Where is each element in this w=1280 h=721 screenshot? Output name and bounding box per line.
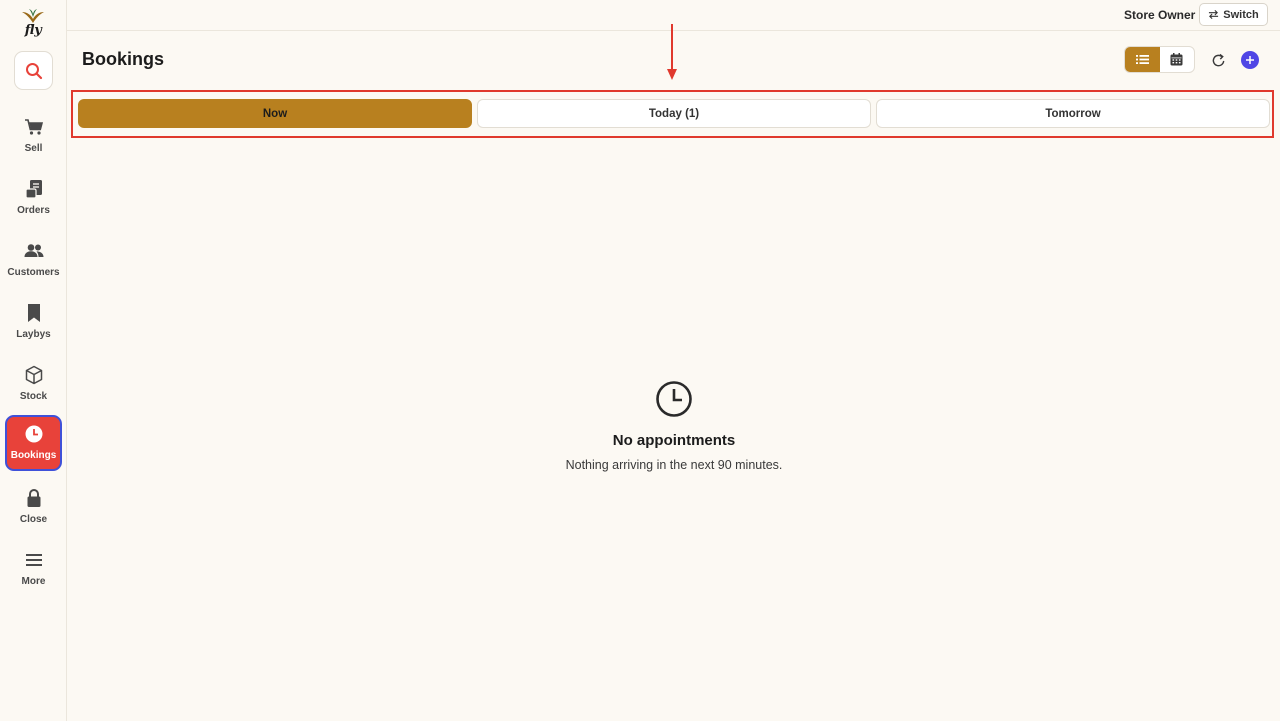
tab-now[interactable]: Now xyxy=(78,99,472,128)
list-view-button[interactable] xyxy=(1125,47,1160,72)
sidebar-item-label: Laybys xyxy=(16,329,51,340)
sidebar-item-label: Close xyxy=(19,514,48,525)
plus-icon xyxy=(1246,56,1254,64)
logo-text: fly xyxy=(24,23,42,38)
refresh-icon xyxy=(1212,53,1224,66)
cart-icon xyxy=(24,117,44,137)
empty-state-title: No appointments xyxy=(612,432,736,449)
bird-icon xyxy=(22,9,44,23)
menu-icon xyxy=(24,550,44,570)
sidebar-item-label: More xyxy=(21,576,46,587)
sidebar-item-orders[interactable]: Orders xyxy=(5,170,62,226)
empty-state-subtitle: Nothing arriving in the next 90 minutes. xyxy=(565,458,783,472)
current-user: Store Owner xyxy=(1124,8,1196,22)
sidebar-item-close[interactable]: Close xyxy=(5,479,62,535)
view-toggle xyxy=(1124,46,1195,73)
fly-logo[interactable]: fly xyxy=(21,8,45,42)
lock-icon xyxy=(24,488,44,508)
search-button[interactable] xyxy=(14,51,53,90)
search-icon xyxy=(25,62,42,79)
switch-label: Switch xyxy=(1223,8,1259,21)
calendar-view-button[interactable] xyxy=(1160,47,1195,72)
annotation-arrow xyxy=(667,24,677,80)
sidebar-item-more[interactable]: More xyxy=(5,541,62,597)
tab-tomorrow[interactable]: Tomorrow xyxy=(876,99,1270,128)
sidebar-item-laybys[interactable]: Laybys xyxy=(5,294,62,350)
box-icon xyxy=(24,365,44,385)
clock-icon xyxy=(24,424,44,444)
tab-today[interactable]: Today (1) xyxy=(477,99,871,128)
sidebar-item-bookings[interactable]: Bookings xyxy=(5,415,62,471)
users-icon xyxy=(24,241,44,261)
clock-icon xyxy=(656,381,692,417)
sidebar: fly Sell Orders Customers Laybys Stock B… xyxy=(0,0,67,721)
sidebar-item-stock[interactable]: Stock xyxy=(5,356,62,412)
add-booking-button[interactable] xyxy=(1241,51,1259,69)
swap-icon xyxy=(1209,9,1219,20)
sidebar-item-label: Sell xyxy=(24,143,43,154)
sidebar-item-label: Customers xyxy=(7,267,60,278)
list-icon xyxy=(1135,55,1149,64)
page-title: Bookings xyxy=(82,49,165,69)
sidebar-item-customers[interactable]: Customers xyxy=(5,232,62,288)
sidebar-item-label: Stock xyxy=(19,391,48,402)
bookmark-icon xyxy=(24,303,44,323)
sidebar-item-sell[interactable]: Sell xyxy=(5,108,62,164)
switch-user-button[interactable]: Switch xyxy=(1199,3,1268,26)
refresh-button[interactable] xyxy=(1207,49,1229,71)
sidebar-item-label: Orders xyxy=(17,205,50,216)
calendar-icon xyxy=(1170,53,1183,66)
sidebar-item-label: Bookings xyxy=(10,450,57,461)
receipt-icon xyxy=(24,179,44,199)
